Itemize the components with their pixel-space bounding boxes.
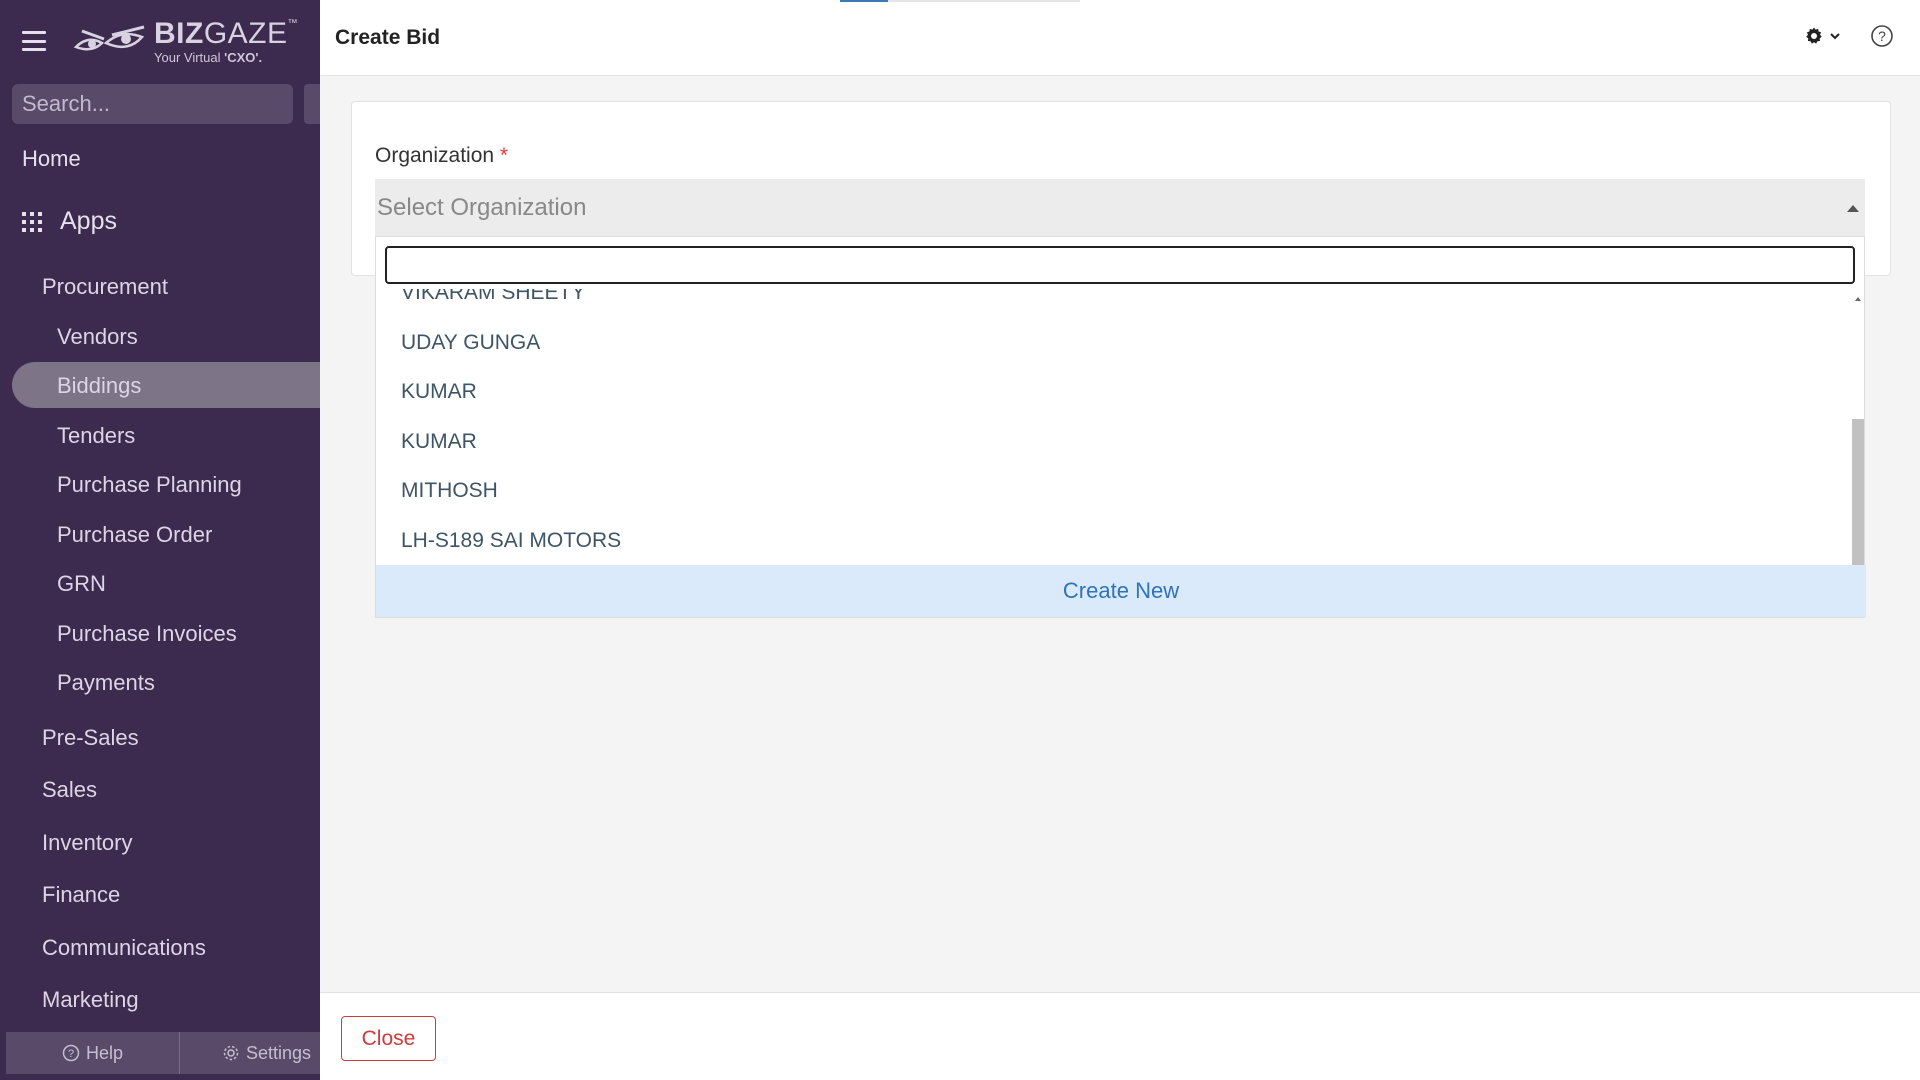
dropdown-options-list[interactable]: VIKARAM SHEETY UDAY GUNGA KUMAR KUMAR MI… xyxy=(376,289,1866,567)
dropdown-scrollbar[interactable] xyxy=(1852,289,1864,567)
settings-menu-button[interactable] xyxy=(1804,26,1842,46)
nav-item-pre-sales[interactable]: Pre-Sales xyxy=(42,725,139,751)
sidebar-search xyxy=(12,84,310,124)
chevron-down-icon xyxy=(1830,33,1840,40)
nav-item-vendors[interactable]: Vendors xyxy=(57,324,138,350)
organization-dropdown: VIKARAM SHEETY UDAY GUNGA KUMAR KUMAR MI… xyxy=(375,236,1866,618)
gear-icon xyxy=(223,1045,239,1061)
nav-item-purchase-planning[interactable]: Purchase Planning xyxy=(57,472,242,498)
close-button[interactable]: Close xyxy=(341,1016,436,1061)
nav-item-grn[interactable]: GRN xyxy=(57,571,106,597)
page-footer: Close xyxy=(320,992,1920,1080)
create-new-button[interactable]: Create New xyxy=(376,565,1866,617)
settings-button[interactable]: Settings xyxy=(180,1032,320,1074)
dropdown-option[interactable]: KUMAR xyxy=(401,430,477,454)
help-circle-icon: ? xyxy=(62,1044,80,1062)
dropdown-option[interactable]: VIKARAM SHEETY xyxy=(401,289,585,305)
nav-home[interactable]: Home xyxy=(22,146,81,172)
nav-item-marketing[interactable]: Marketing xyxy=(42,987,139,1013)
sidebar-collapse-tab[interactable] xyxy=(304,84,320,124)
nav-item-biddings[interactable]: Biddings xyxy=(57,373,141,399)
dropdown-option[interactable]: UDAY GUNGA xyxy=(401,331,540,355)
logo-tagline: Your Virtual 'CXO'. xyxy=(154,49,263,65)
nav-item-purchase-invoices[interactable]: Purchase Invoices xyxy=(57,621,237,647)
menu-icon[interactable] xyxy=(22,31,46,51)
sidebar-footer: ? Help Settings xyxy=(6,1032,320,1074)
page-header: Create Bid ? xyxy=(320,0,1920,76)
nav-item-inventory[interactable]: Inventory xyxy=(42,830,133,856)
dropdown-option[interactable]: MITHOSH xyxy=(401,479,498,503)
nav-apps-label: Apps xyxy=(60,207,117,235)
nav-item-sales[interactable]: Sales xyxy=(42,777,97,803)
nav-item-payments[interactable]: Payments xyxy=(57,670,155,696)
dropdown-option[interactable]: LH-S189 SAI MOTORS xyxy=(401,529,621,553)
sidebar: BIZGAZE™ Your Virtual 'CXO'. Home Apps P… xyxy=(0,0,320,1080)
organization-select[interactable]: Select Organization xyxy=(375,179,1865,237)
settings-label: Settings xyxy=(246,1042,312,1063)
logo[interactable]: BIZGAZE™ Your Virtual 'CXO'. xyxy=(72,16,299,65)
svg-text:?: ? xyxy=(1878,28,1886,44)
nav-item-purchase-order[interactable]: Purchase Order xyxy=(57,522,212,548)
help-circle-icon[interactable]: ? xyxy=(1870,24,1894,48)
logo-eyes-icon xyxy=(73,25,145,51)
scrollbar-thumb[interactable] xyxy=(1852,419,1864,567)
caret-up-icon xyxy=(1847,205,1859,212)
nav-item-tenders[interactable]: Tenders xyxy=(57,423,135,449)
svg-text:?: ? xyxy=(68,1048,74,1060)
help-button[interactable]: ? Help xyxy=(6,1032,180,1074)
search-input[interactable] xyxy=(22,91,310,117)
page-title: Create Bid xyxy=(335,25,441,49)
dropdown-option[interactable]: KUMAR xyxy=(401,380,477,404)
nav-item-finance[interactable]: Finance xyxy=(42,882,120,908)
nav-apps[interactable]: Apps xyxy=(22,207,117,236)
loading-strip xyxy=(840,0,1080,2)
organization-label: Organization * xyxy=(375,144,509,167)
sidebar-topbar: BIZGAZE™ Your Virtual 'CXO'. xyxy=(0,0,320,82)
required-marker: * xyxy=(499,144,509,167)
organization-select-placeholder: Select Organization xyxy=(377,194,587,221)
scroll-up-arrow-icon[interactable] xyxy=(1855,297,1861,301)
logo-wordmark: BIZGAZE™ xyxy=(154,16,299,50)
help-label: Help xyxy=(85,1042,124,1063)
nav-item-procurement[interactable]: Procurement xyxy=(42,274,168,300)
dropdown-search-input[interactable] xyxy=(385,246,1855,284)
main-panel: Create Bid ? Organization * Select Organ… xyxy=(320,0,1920,1080)
gear-icon xyxy=(1806,27,1822,44)
apps-grid-icon xyxy=(22,211,42,232)
nav-item-communications[interactable]: Communications xyxy=(42,935,206,961)
